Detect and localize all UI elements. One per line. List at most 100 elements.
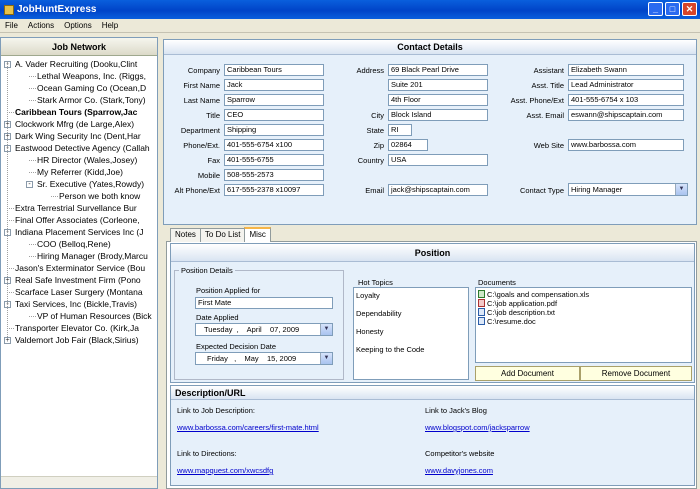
fax-field[interactable]: 401-555-6755 bbox=[224, 154, 324, 166]
tree-connector bbox=[51, 196, 58, 197]
tree-item[interactable]: Lethal Weapons, Inc. (Riggs, bbox=[37, 71, 146, 82]
tree-item[interactable]: Real Safe Investment Firm (Pono bbox=[15, 275, 141, 286]
tree-item[interactable]: Taxi Services, Inc (Bickle,Travis) bbox=[15, 299, 137, 310]
tree-item[interactable]: A. Vader Recruiting (Dooku,Clint bbox=[15, 59, 137, 70]
decision-date-picker[interactable]: Friday , May 15, 2009 ▼ bbox=[195, 352, 333, 365]
city-field[interactable]: Block Island bbox=[388, 109, 488, 121]
web-site-label: Web Site bbox=[533, 141, 564, 150]
mobile-field[interactable]: 508-555-2573 bbox=[224, 169, 324, 181]
tree-item[interactable]: Stark Armor Co. (Stark,Tony) bbox=[37, 95, 146, 106]
chevron-down-icon[interactable]: ▼ bbox=[675, 184, 687, 195]
title-label: Title bbox=[206, 111, 220, 120]
chevron-down-icon[interactable]: ▼ bbox=[320, 353, 332, 364]
tree-item[interactable]: VP of Human Resources (Bick bbox=[37, 311, 152, 322]
zip-field[interactable]: 02864 bbox=[388, 139, 428, 151]
email-field[interactable]: jack@shipscaptain.com bbox=[388, 184, 488, 196]
tree-item[interactable]: Person we both know bbox=[59, 191, 140, 202]
position-applied-label: Position Applied for bbox=[196, 286, 261, 295]
close-button[interactable]: ✕ bbox=[682, 2, 697, 16]
list-item[interactable]: Dependability bbox=[354, 309, 468, 318]
xls-file-icon bbox=[478, 290, 485, 298]
tree-item[interactable]: Jason's Exterminator Service (Bou bbox=[15, 263, 145, 274]
first-name-field[interactable]: Jack bbox=[224, 79, 324, 91]
tree-item[interactable]: Final Offer Associates (Corleone, bbox=[15, 215, 140, 226]
tree-item[interactable]: Sr. Executive (Yates,Rowdy) bbox=[37, 179, 144, 190]
tab-misc[interactable]: Misc bbox=[244, 227, 271, 242]
job-description-link[interactable]: www.barbossa.com/careers/first-mate.html bbox=[177, 423, 319, 432]
asst-title-field[interactable]: Lead Administrator bbox=[568, 79, 684, 91]
tree-item[interactable]: Extra Terrestrial Survellance Bur bbox=[15, 203, 137, 214]
hot-topics-list[interactable]: Loyalty Dependability Honesty Keeping to… bbox=[353, 287, 469, 380]
tab-to-do-list[interactable]: To Do List bbox=[199, 228, 246, 242]
list-item[interactable]: C:\job application.pdf bbox=[476, 299, 691, 308]
menu-options[interactable]: Options bbox=[59, 21, 97, 30]
department-field[interactable]: Shipping bbox=[224, 124, 324, 136]
tree-item[interactable]: Scarface Laser Surgery (Montana bbox=[15, 287, 143, 298]
tree-item[interactable]: Clockwork Mfrg (de Large,Alex) bbox=[15, 119, 134, 130]
tree-item[interactable]: HR Director (Wales,Josey) bbox=[37, 155, 137, 166]
tree-connector bbox=[29, 316, 36, 317]
date-applied-picker[interactable]: Tuesday , April 07, 2009 ▼ bbox=[195, 323, 333, 336]
contact-type-value: Hiring Manager bbox=[571, 185, 623, 194]
country-field[interactable]: USA bbox=[388, 154, 488, 166]
documents-list[interactable]: C:\goals and compensation.xls C:\job app… bbox=[475, 287, 692, 363]
tree-item[interactable]: My Referrer (Kidd,Joe) bbox=[37, 167, 123, 178]
documents-title: Documents bbox=[478, 278, 516, 287]
app-title: JobHuntExpress bbox=[17, 4, 97, 15]
title-field[interactable]: CEO bbox=[224, 109, 324, 121]
title-bar: JobHuntExpress _ □ ✕ bbox=[0, 0, 700, 19]
tree-connector bbox=[29, 244, 36, 245]
add-document-button[interactable]: Add Document bbox=[475, 366, 580, 381]
fax-label: Fax bbox=[207, 156, 220, 165]
phone-label: Phone/Ext. bbox=[183, 141, 220, 150]
remove-document-button[interactable]: Remove Document bbox=[580, 366, 692, 381]
tree-item[interactable]: Indiana Placement Services Inc (J bbox=[15, 227, 144, 238]
maximize-button[interactable]: □ bbox=[665, 2, 680, 16]
tree-item[interactable]: Dark Wing Security Inc (Dent,Har bbox=[15, 131, 141, 142]
list-item[interactable]: Loyalty bbox=[354, 291, 468, 300]
asst-email-field[interactable]: eswann@shipscaptain.com bbox=[568, 109, 684, 121]
blog-link-label: Link to Jack's Blog bbox=[425, 406, 487, 415]
menu-file[interactable]: File bbox=[0, 21, 23, 30]
tree-connector bbox=[7, 292, 14, 293]
tree-item[interactable]: Hiring Manager (Brody,Marcu bbox=[37, 251, 148, 262]
tree-item[interactable]: Caribbean Tours (Sparrow,Jac bbox=[15, 107, 137, 118]
assistant-field[interactable]: Elizabeth Swann bbox=[568, 64, 684, 76]
address3-field[interactable]: 4th Floor bbox=[388, 94, 488, 106]
list-item[interactable]: C:\resume.doc bbox=[476, 317, 691, 326]
list-item[interactable]: C:\goals and compensation.xls bbox=[476, 290, 691, 299]
tree-connector bbox=[7, 220, 14, 221]
list-item[interactable]: Keeping to the Code bbox=[354, 345, 468, 354]
tab-notes[interactable]: Notes bbox=[170, 228, 201, 242]
list-item[interactable]: Honesty bbox=[354, 327, 468, 336]
competitor-link[interactable]: www.davyjones.com bbox=[425, 466, 493, 475]
web-site-field[interactable]: www.barbossa.com bbox=[568, 139, 684, 151]
horizontal-scrollbar[interactable] bbox=[1, 476, 157, 488]
tree-item[interactable]: COO (Belloq,Rene) bbox=[37, 239, 111, 250]
blog-link[interactable]: www.blogspot.com/jacksparrow bbox=[425, 423, 530, 432]
tree-item[interactable]: Transporter Elevator Co. (Kirk,Ja bbox=[15, 323, 139, 334]
address2-field[interactable]: Suite 201 bbox=[388, 79, 488, 91]
chevron-down-icon[interactable]: ▼ bbox=[320, 324, 332, 335]
alt-phone-field[interactable]: 617-555-2378 x10097 bbox=[224, 184, 324, 196]
position-applied-field[interactable]: First Mate bbox=[195, 297, 333, 309]
tree-item[interactable]: Ocean Gaming Co (Ocean,D bbox=[37, 83, 146, 94]
minimize-button[interactable]: _ bbox=[648, 2, 663, 16]
list-item[interactable]: C:\job description.txt bbox=[476, 308, 691, 317]
last-name-field[interactable]: Sparrow bbox=[224, 94, 324, 106]
tree-item[interactable]: Eastwood Detective Agency (Callah bbox=[15, 143, 150, 154]
menu-help[interactable]: Help bbox=[97, 21, 123, 30]
company-field[interactable]: Caribbean Tours bbox=[224, 64, 324, 76]
directions-link[interactable]: www.mapquest.com/xwcsdfg bbox=[177, 466, 273, 475]
asst-phone-field[interactable]: 401-555-6754 x 103 bbox=[568, 94, 684, 106]
tree-connector bbox=[29, 76, 36, 77]
state-field[interactable]: RI bbox=[388, 124, 412, 136]
menu-actions[interactable]: Actions bbox=[23, 21, 59, 30]
address-field[interactable]: 69 Black Pearl Drive bbox=[388, 64, 488, 76]
job-network-header: Job Network bbox=[1, 38, 157, 56]
tree-item[interactable]: Valdemort Job Fair (Black,Sirius) bbox=[15, 335, 139, 346]
phone-field[interactable]: 401-555-6754 x100 bbox=[224, 139, 324, 151]
menu-bar: File Actions Options Help bbox=[0, 19, 700, 33]
contact-type-select[interactable]: Hiring Manager ▼ bbox=[568, 183, 688, 196]
collapse-icon[interactable]: - bbox=[26, 181, 33, 188]
